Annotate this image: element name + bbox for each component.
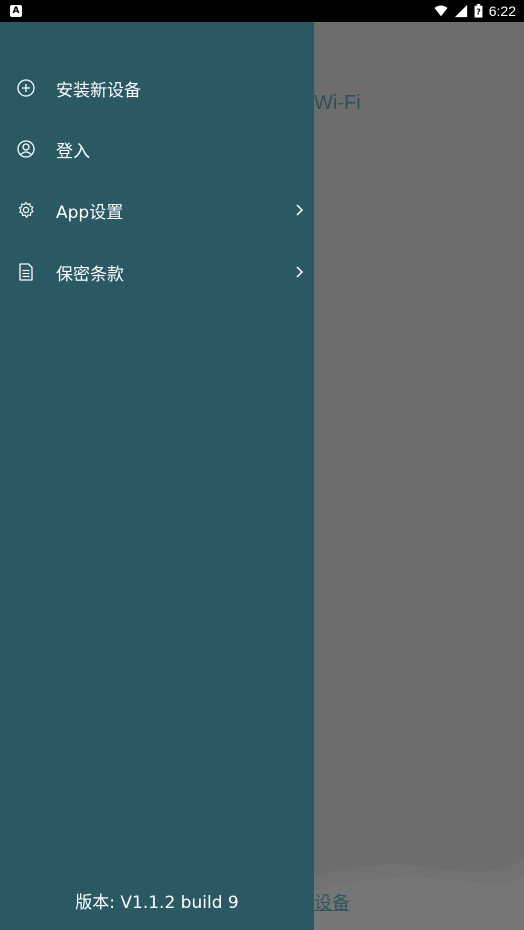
wifi-icon — [434, 5, 448, 17]
gear-icon — [18, 201, 34, 218]
menu-label: App设置 — [56, 202, 124, 223]
add-circle-icon — [17, 79, 35, 97]
battery-icon: ? — [474, 4, 483, 18]
menu-label: 保密条款 — [56, 264, 124, 285]
menu-label: 安装新设备 — [56, 80, 141, 101]
clock: 6:22 — [488, 3, 516, 19]
signal-icon — [454, 4, 467, 18]
background-wifi-text: Wi-Fi — [314, 92, 361, 114]
document-icon — [19, 263, 33, 281]
status-bar: A ? 6:22 — [0, 0, 524, 22]
status-icons: ? 6:22 — [434, 0, 516, 22]
notification-a-icon: A — [10, 5, 22, 17]
app-version: 版本: V1.1.2 build 9 — [75, 893, 239, 913]
menu-item-install-device[interactable]: 安装新设备 — [0, 63, 314, 113]
menu-label: 登入 — [56, 141, 90, 162]
svg-text:?: ? — [476, 8, 481, 17]
navigation-drawer: 安装新设备 登入 App设置 保密条款 版本: V1.1.2 build 9 — [0, 22, 314, 930]
chevron-right-icon — [296, 204, 304, 216]
background-device-link[interactable]: 设备 — [314, 889, 350, 915]
menu-item-login[interactable]: 登入 — [0, 124, 314, 174]
user-icon — [17, 140, 35, 158]
menu-item-app-settings[interactable]: App设置 — [0, 185, 314, 235]
menu-item-privacy-terms[interactable]: 保密条款 — [0, 247, 314, 297]
chevron-right-icon — [296, 266, 304, 278]
